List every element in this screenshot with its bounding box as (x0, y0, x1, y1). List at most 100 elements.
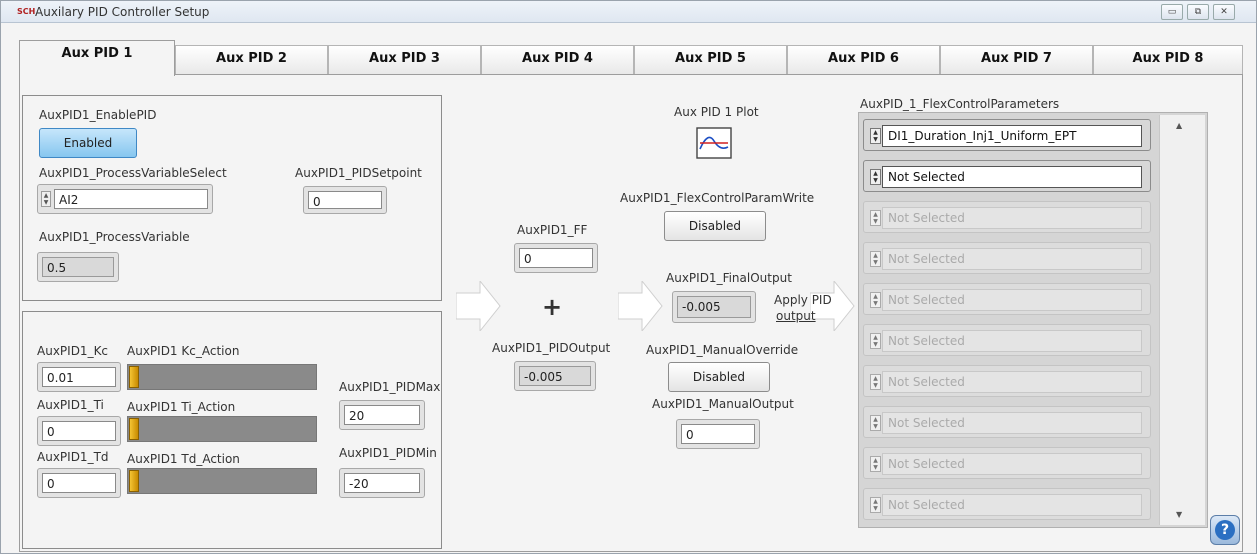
list-item: ▲ ▼ Not Selected (863, 406, 1151, 438)
help-button[interactable]: ? (1210, 515, 1240, 545)
pid-setpoint-label: AuxPID1_PIDSetpoint (295, 166, 422, 180)
pid-setpoint-value[interactable]: 0 (308, 191, 382, 209)
flex-control-param-write-label: AuxPID1_FlexControlParamWrite (620, 191, 815, 205)
flex-param-value: Not Selected (882, 248, 1142, 270)
spinner-icon: ▲ ▼ (870, 333, 881, 349)
manual-output-field[interactable]: 0 (676, 419, 760, 449)
flow-arrow-icon (456, 281, 501, 331)
tab-aux-pid-8[interactable]: Aux PID 8 (1093, 45, 1243, 75)
help-icon[interactable]: ? (1215, 520, 1235, 540)
spinner-icon[interactable]: ▲ ▼ (870, 169, 881, 185)
pid-max-label: AuxPID1_PIDMax (339, 380, 441, 394)
flex-control-param-write-button[interactable]: Disabled (664, 211, 766, 241)
pid-output-label: AuxPID1_PIDOutput (492, 341, 611, 355)
process-variable-value: 0.5 (42, 257, 114, 277)
flex-param-value: Not Selected (882, 371, 1142, 393)
list-item: ▲ ▼ Not Selected (863, 488, 1151, 520)
ff-field[interactable]: 0 (514, 243, 598, 273)
ti-action-label: AuxPID1 Ti_Action (127, 400, 236, 414)
flow-arrow-icon (618, 281, 663, 331)
manual-output-value[interactable]: 0 (681, 424, 755, 444)
process-variable-select-value[interactable]: AI2 (54, 189, 208, 209)
window-title: Auxilary PID Controller Setup (35, 5, 210, 19)
td-value[interactable]: 0 (42, 473, 116, 493)
list-item[interactable]: ▲ ▼ DI1_Duration_Inj1_Uniform_EPT (863, 119, 1151, 151)
td-label: AuxPID1_Td (37, 450, 109, 464)
tab-aux-pid-4[interactable]: Aux PID 4 (481, 45, 634, 75)
pid-min-field[interactable]: -20 (339, 468, 425, 498)
spinner-icon[interactable]: ▲ ▼ (870, 128, 881, 144)
maximize-button[interactable]: ⧉ (1187, 4, 1209, 20)
minimize-button[interactable]: ▭ (1161, 4, 1183, 20)
pid-setpoint-field[interactable]: 0 (303, 186, 387, 214)
scroll-down-icon[interactable]: ▼ (1176, 510, 1182, 519)
list-scrollbar[interactable]: ▲ ▼ (1159, 115, 1205, 525)
tab-bar: Aux PID 1 Aux PID 2 Aux PID 3 Aux PID 4 … (19, 40, 1243, 76)
list-item: ▲ ▼ Not Selected (863, 365, 1151, 397)
kc-value[interactable]: 0.01 (42, 367, 116, 387)
list-item: ▲ ▼ Not Selected (863, 242, 1151, 274)
apply-pid-label: Apply PID (774, 293, 832, 307)
td-action-label: AuxPID1 Td_Action (127, 452, 240, 466)
spinner-icon[interactable]: ▲ ▼ (41, 191, 51, 207)
ti-field[interactable]: 0 (37, 416, 121, 446)
ti-value[interactable]: 0 (42, 421, 116, 441)
kc-action-slider[interactable] (127, 364, 317, 390)
tab-aux-pid-7[interactable]: Aux PID 7 (940, 45, 1093, 75)
tab-aux-pid-3[interactable]: Aux PID 3 (328, 45, 481, 75)
app-icon: SCH (17, 7, 36, 16)
final-output-label: AuxPID1_FinalOutput (666, 271, 792, 285)
list-item: ▲ ▼ Not Selected (863, 201, 1151, 233)
pid-min-value[interactable]: -20 (344, 473, 420, 493)
process-variable-select[interactable]: ▲ ▼ AI2 (37, 184, 213, 214)
td-slider-thumb[interactable] (129, 470, 139, 492)
ti-slider-thumb[interactable] (129, 418, 139, 440)
process-variable-indicator: 0.5 (37, 252, 119, 282)
sum-symbol: + (542, 293, 563, 321)
td-action-slider[interactable] (127, 468, 317, 494)
enable-pid-label: AuxPID1_EnablePID (39, 108, 157, 122)
flex-param-value: Not Selected (882, 289, 1142, 311)
ti-action-slider[interactable] (127, 416, 317, 442)
spinner-icon: ▲ ▼ (870, 415, 881, 431)
apply-pid-output-label: output (776, 309, 816, 323)
list-item[interactable]: ▲ ▼ Not Selected (863, 160, 1151, 192)
spinner-icon: ▲ ▼ (870, 456, 881, 472)
enable-pid-button[interactable]: Enabled (39, 128, 137, 158)
tab-aux-pid-1[interactable]: Aux PID 1 (19, 40, 175, 76)
final-output-value: -0.005 (677, 296, 751, 318)
tab-aux-pid-5[interactable]: Aux PID 5 (634, 45, 787, 75)
pid-controller-window: SCH Auxilary PID Controller Setup ▭ ⧉ ✕ … (0, 0, 1257, 554)
td-field[interactable]: 0 (37, 468, 121, 498)
flex-param-value: Not Selected (882, 330, 1142, 352)
flex-control-parameters-list[interactable]: ▲ ▼ DI1_Duration_Inj1_Uniform_EPT ▲ ▼ Not … (858, 112, 1208, 528)
spinner-icon: ▲ ▼ (870, 497, 881, 513)
pid-max-field[interactable]: 20 (339, 400, 425, 430)
manual-override-button[interactable]: Disabled (668, 362, 770, 392)
spinner-icon: ▲ ▼ (870, 292, 881, 308)
scroll-up-icon[interactable]: ▲ (1176, 121, 1182, 130)
pid-max-value[interactable]: 20 (344, 405, 420, 425)
kc-field[interactable]: 0.01 (37, 362, 121, 392)
flex-param-value[interactable]: DI1_Duration_Inj1_Uniform_EPT (882, 125, 1142, 147)
process-variable-label: AuxPID1_ProcessVariable (39, 230, 190, 244)
close-button[interactable]: ✕ (1213, 4, 1235, 20)
final-output-indicator: -0.005 (672, 291, 756, 323)
ff-label: AuxPID1_FF (517, 223, 588, 237)
flex-param-value: Not Selected (882, 207, 1142, 229)
list-item: ▲ ▼ Not Selected (863, 447, 1151, 479)
kc-slider-thumb[interactable] (129, 366, 139, 388)
spinner-icon: ▲ ▼ (870, 210, 881, 226)
kc-label: AuxPID1_Kc (37, 344, 109, 358)
plot-icon[interactable] (696, 127, 732, 159)
plot-label: Aux PID 1 Plot (674, 105, 759, 119)
tab-aux-pid-2[interactable]: Aux PID 2 (175, 45, 328, 75)
tab-aux-pid-6[interactable]: Aux PID 6 (787, 45, 940, 75)
flex-param-value[interactable]: Not Selected (882, 166, 1142, 188)
flex-param-value: Not Selected (882, 453, 1142, 475)
list-item: ▲ ▼ Not Selected (863, 283, 1151, 315)
ff-value[interactable]: 0 (519, 248, 593, 268)
pid-min-label: AuxPID1_PIDMin (339, 446, 437, 460)
pid-output-indicator: -0.005 (514, 361, 596, 391)
flex-control-parameters-label: AuxPID_1_FlexControlParameters (860, 97, 1060, 111)
